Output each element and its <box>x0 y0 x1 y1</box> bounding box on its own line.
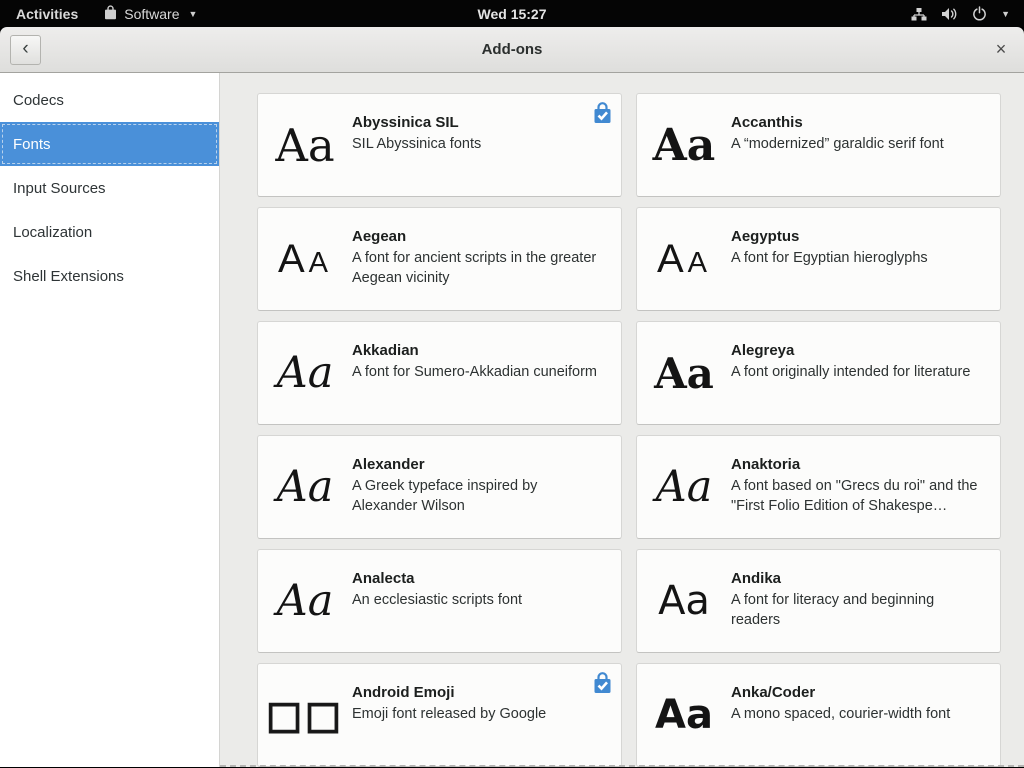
font-preview-glyph: Aa <box>277 462 334 512</box>
addon-description: A “modernized” garaldic serif font <box>731 134 982 154</box>
network-icon <box>911 7 927 21</box>
font-preview-glyph: AA <box>657 237 711 282</box>
addon-title: Alegreya <box>731 342 982 359</box>
addon-tile[interactable]: Aa Analecta An ecclesiastic scripts font <box>257 549 622 653</box>
addon-description: A font for literacy and beginning reader… <box>731 590 982 630</box>
sidebar-item-codecs[interactable]: Codecs <box>0 78 219 122</box>
font-preview-glyph: AA <box>278 237 332 282</box>
sidebar-item-input-sources[interactable]: Input Sources <box>0 166 219 210</box>
app-menu-button[interactable]: Software ▼ <box>104 5 197 23</box>
font-preview-glyph: Aa <box>654 349 714 398</box>
page-title: Add-ons <box>0 41 1024 58</box>
addon-tile[interactable]: Aa Anaktoria A font based on "Grecs du r… <box>636 435 1001 539</box>
addon-description: Emoji font released by Google <box>352 704 603 724</box>
addon-description: A font for ancient scripts in the greate… <box>352 248 603 288</box>
addon-description: A font for Egyptian hieroglyphs <box>731 248 982 268</box>
font-tile-grid: Aa Abyssinica SIL SIL Abyssinica fonts A… <box>220 73 1024 767</box>
sidebar-item-shell-extensions[interactable]: Shell Extensions <box>0 254 219 298</box>
addon-title: Andika <box>731 570 982 587</box>
addon-title: Android Emoji <box>352 684 603 701</box>
addon-title: Akkadian <box>352 342 603 359</box>
header-bar: ‹ Add-ons × <box>0 27 1024 73</box>
addon-description: An ecclesiastic scripts font <box>352 590 603 610</box>
chevron-down-icon: ▼ <box>189 9 198 19</box>
chevron-down-icon: ▼ <box>1001 9 1010 19</box>
font-preview-glyph: Aa <box>277 348 334 398</box>
scroll-undershoot-indicator <box>220 765 1024 767</box>
addon-tile[interactable]: Aa Abyssinica SIL SIL Abyssinica fonts <box>257 93 622 197</box>
addon-tile[interactable]: Aa Alexander A Greek typeface inspired b… <box>257 435 622 539</box>
addon-description: SIL Abyssinica fonts <box>352 134 603 154</box>
addon-tile[interactable]: AA Aegean A font for ancient scripts in … <box>257 207 622 311</box>
addon-title: Anaktoria <box>731 456 982 473</box>
power-icon <box>972 6 987 21</box>
font-preview-glyph: Aa <box>658 578 710 624</box>
addon-tile[interactable]: □□ Android Emoji Emoji font released by … <box>257 663 622 767</box>
close-icon[interactable]: × <box>990 39 1012 61</box>
installed-badge-icon <box>593 672 612 694</box>
font-preview-glyph: □□ <box>266 693 344 737</box>
font-preview-glyph: Aa <box>653 120 716 171</box>
gnome-top-bar: Activities Software ▼ Wed 15:27 <box>0 0 1024 27</box>
addon-title: Anka/Coder <box>731 684 982 701</box>
addon-title: Aegyptus <box>731 228 982 245</box>
addon-title: Abyssinica SIL <box>352 114 603 131</box>
back-button[interactable]: ‹ <box>10 35 41 65</box>
sidebar-item-fonts[interactable]: Fonts <box>0 122 219 166</box>
font-preview-glyph: Aa <box>275 119 334 172</box>
addon-description: A Greek typeface inspired by Alexander W… <box>352 476 603 516</box>
volume-icon <box>941 7 958 21</box>
addon-tile[interactable]: Aa Alegreya A font originally intended f… <box>636 321 1001 425</box>
addon-description: A mono spaced, courier-width font <box>731 704 982 724</box>
addon-tile[interactable]: Aa Akkadian A font for Sumero-Akkadian c… <box>257 321 622 425</box>
software-window: ‹ Add-ons × Codecs Fonts Input Sources L… <box>0 27 1024 768</box>
addon-title: Analecta <box>352 570 603 587</box>
addons-panel: Aa Abyssinica SIL SIL Abyssinica fonts A… <box>220 73 1024 767</box>
font-preview-glyph: Aa <box>277 576 334 626</box>
addon-tile[interactable]: Aa Andika A font for literacy and beginn… <box>636 549 1001 653</box>
addon-tile[interactable]: AA Aegyptus A font for Egyptian hierogly… <box>636 207 1001 311</box>
category-sidebar: Codecs Fonts Input Sources Localization … <box>0 73 220 767</box>
installed-badge-icon <box>593 102 612 124</box>
addon-title: Alexander <box>352 456 603 473</box>
addon-tile[interactable]: Aa Anka/Coder A mono spaced, courier-wid… <box>636 663 1001 767</box>
addon-description: A font originally intended for literatur… <box>731 362 982 382</box>
software-bag-icon <box>104 5 117 23</box>
addon-tile[interactable]: Aa Accanthis A “modernized” garaldic ser… <box>636 93 1001 197</box>
font-preview-glyph: Aa <box>656 462 713 512</box>
addon-description: A font for Sumero-Akkadian cuneiform <box>352 362 603 382</box>
font-preview-glyph: Aa <box>655 692 713 738</box>
sidebar-item-localization[interactable]: Localization <box>0 210 219 254</box>
system-status-area[interactable]: ▼ <box>911 6 1024 21</box>
addon-title: Aegean <box>352 228 603 245</box>
app-menu-label: Software <box>124 6 179 22</box>
addon-description: A font based on "Grecs du roi" and the "… <box>731 476 982 516</box>
activities-button[interactable]: Activities <box>12 6 82 22</box>
addon-title: Accanthis <box>731 114 982 131</box>
